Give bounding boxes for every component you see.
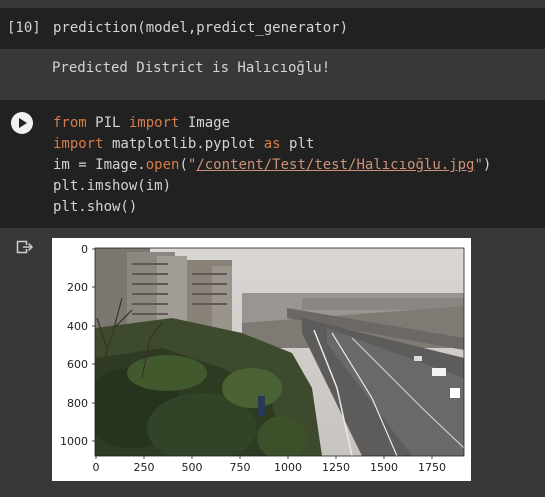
code-line-1[interactable]: from PIL import Image (53, 114, 230, 132)
keyword-import: import (53, 136, 104, 152)
x-tick-label: 1500 (370, 461, 398, 474)
x-tick-label: 1250 (322, 461, 350, 474)
matplotlib-figure: 0 200 400 600 800 1000 0 250 500 750 100… (60, 243, 465, 474)
code-token: ( (179, 157, 188, 173)
image-plot-output: 0 200 400 600 800 1000 0 250 500 750 100… (52, 238, 471, 481)
run-cell-button[interactable] (11, 112, 33, 134)
code-token: im = Image. (53, 157, 146, 173)
y-tick-label: 600 (67, 358, 88, 371)
keyword-from: from (53, 115, 87, 131)
code-token: ) (482, 157, 492, 173)
code-line-3[interactable]: im = Image.open( "/content/Test/test/Halı… (53, 156, 491, 174)
y-tick-label: 400 (67, 320, 88, 333)
y-tick-label: 0 (81, 243, 88, 256)
keyword-import: import (128, 115, 180, 131)
y-tick-label: 200 (67, 281, 88, 294)
file-path-link[interactable]: /content/Test/test/Halıcıoğlu.jpg (196, 157, 474, 173)
code-line-4[interactable]: plt.imshow(im) (53, 177, 171, 195)
y-tick-label: 800 (67, 397, 88, 410)
function-open: open (145, 157, 180, 173)
y-tick-label: 1000 (60, 435, 88, 448)
output-arrow-icon[interactable] (16, 239, 34, 259)
play-icon (19, 118, 27, 128)
cell-output-text: Predicted District is Halıcıoğlu! (52, 60, 331, 76)
notebook-page: [10] prediction(model,predict_generator)… (0, 0, 545, 497)
x-tick-label: 1000 (274, 461, 302, 474)
x-tick-label: 750 (230, 461, 251, 474)
code-token: plt (280, 136, 315, 152)
x-tick-label: 1750 (418, 461, 446, 474)
code-token: matplotlib.pyplot (103, 136, 264, 152)
execution-count: [10] (7, 20, 41, 36)
photo-content (95, 248, 464, 456)
x-tick-label: 250 (134, 461, 155, 474)
keyword-as: as (263, 136, 281, 152)
x-tick-label: 500 (182, 461, 203, 474)
code-line-5[interactable]: plt.show() (53, 198, 137, 216)
x-tick-label: 0 (93, 461, 100, 474)
code-token: PIL (86, 115, 129, 131)
code-token: Image (179, 115, 231, 131)
code-line-prediction[interactable]: prediction(model,predict_generator) (53, 19, 348, 37)
string-quote: " (474, 157, 483, 173)
code-line-2[interactable]: import matplotlib.pyplot as plt (53, 135, 314, 153)
